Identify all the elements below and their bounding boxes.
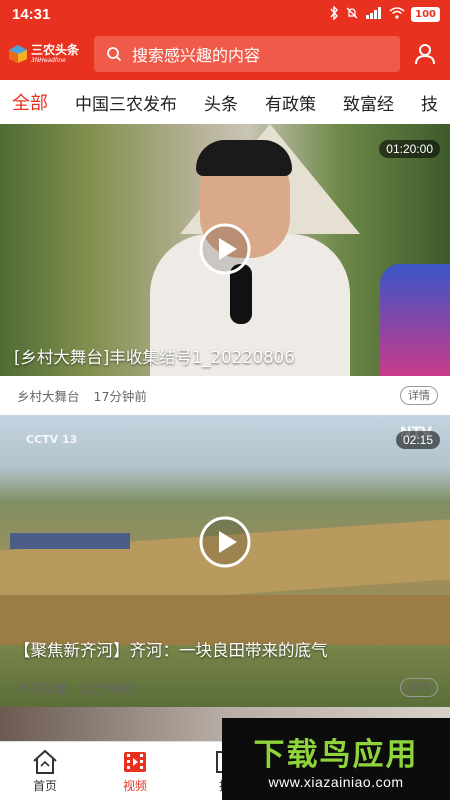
search-placeholder: 搜索感兴趣的内容 [132,46,261,65]
tab-all[interactable]: 全部 [12,89,48,115]
watermark: 下载鸟应用 www.xiazainiao.com [222,718,450,800]
nav-video[interactable]: 视频 [90,742,180,800]
logo-mark-icon [9,45,27,63]
video-card-thumbnail[interactable]: 01:20:00 [乡村大舞台]丰收集结号1_20220806 [0,124,450,376]
video-duration: 02:15 [395,431,440,449]
video-time-ago: 17分钟前 [93,388,147,404]
video-card-thumbnail[interactable]: CCTV 13 NTV 02:15 【聚焦新齐河】齐河：一块良田带来的底气 [0,415,450,707]
video-icon [124,751,146,772]
tab-china-agri-release[interactable]: 中国三农发布 [75,90,177,115]
app-header: 三农头条 3NHeadline 搜索感兴趣的内容 [0,28,450,80]
play-icon[interactable] [198,515,252,569]
watermark-url: www.xiazainiao.com [268,773,404,790]
video-source: 乡村大舞台 [17,388,80,404]
search-input[interactable]: 搜索感兴趣的内容 [94,36,400,72]
video-duration: 01:20:00 [379,140,440,158]
wifi-icon [389,6,405,22]
tab-headlines[interactable]: 头条 [204,90,238,115]
battery-indicator: 100 [411,6,440,22]
nav-home-label: 首页 [32,778,57,793]
tab-wealth[interactable]: 致富经 [343,90,394,115]
user-icon[interactable] [413,42,437,66]
status-time: 14:31 [12,5,51,23]
scene-hair [196,140,292,176]
watermark-title: 下载鸟应用 [253,736,419,773]
status-icons: 100 [329,4,440,23]
status-bar: 14:31 100 [0,0,450,28]
tab-policy[interactable]: 有政策 [265,90,316,115]
video-meta: 齐河融媒 51分钟前 详情 [0,668,450,706]
video-source: 齐河融媒 [17,680,68,696]
app-logo[interactable]: 三农头条 3NHeadline [8,38,84,70]
details-button[interactable]: 详情 [400,385,438,405]
home-icon [33,749,57,774]
video-meta: 乡村大舞台 17分钟前 详情 [0,376,450,414]
details-button[interactable]: 详情 [400,677,438,697]
logo-subtitle: 3NHeadline [31,57,66,64]
search-icon [107,47,122,62]
channel-logo: CCTV 13 [26,433,78,446]
logo-title: 三农头条 [31,43,80,57]
signal-icon [365,6,383,22]
category-tabs: 全部 中国三农发布 头条 有政策 致富经 技 [0,80,450,124]
tab-tech[interactable]: 技 [421,90,438,115]
video-title[interactable]: [乡村大舞台]丰收集结号1_20220806 [0,344,450,368]
scene-solar-panels [10,533,130,549]
nav-video-label: 视频 [122,778,147,793]
play-icon[interactable] [198,222,252,276]
video-time-ago: 51分钟前 [81,680,135,696]
video-title[interactable]: 【聚焦新齐河】齐河：一块良田带来的底气 [0,637,450,661]
mute-icon [345,6,359,23]
nav-home[interactable]: 首页 [0,742,90,800]
bluetooth-icon [329,4,339,23]
logo-text: 三农头条 3NHeadline [31,44,79,64]
